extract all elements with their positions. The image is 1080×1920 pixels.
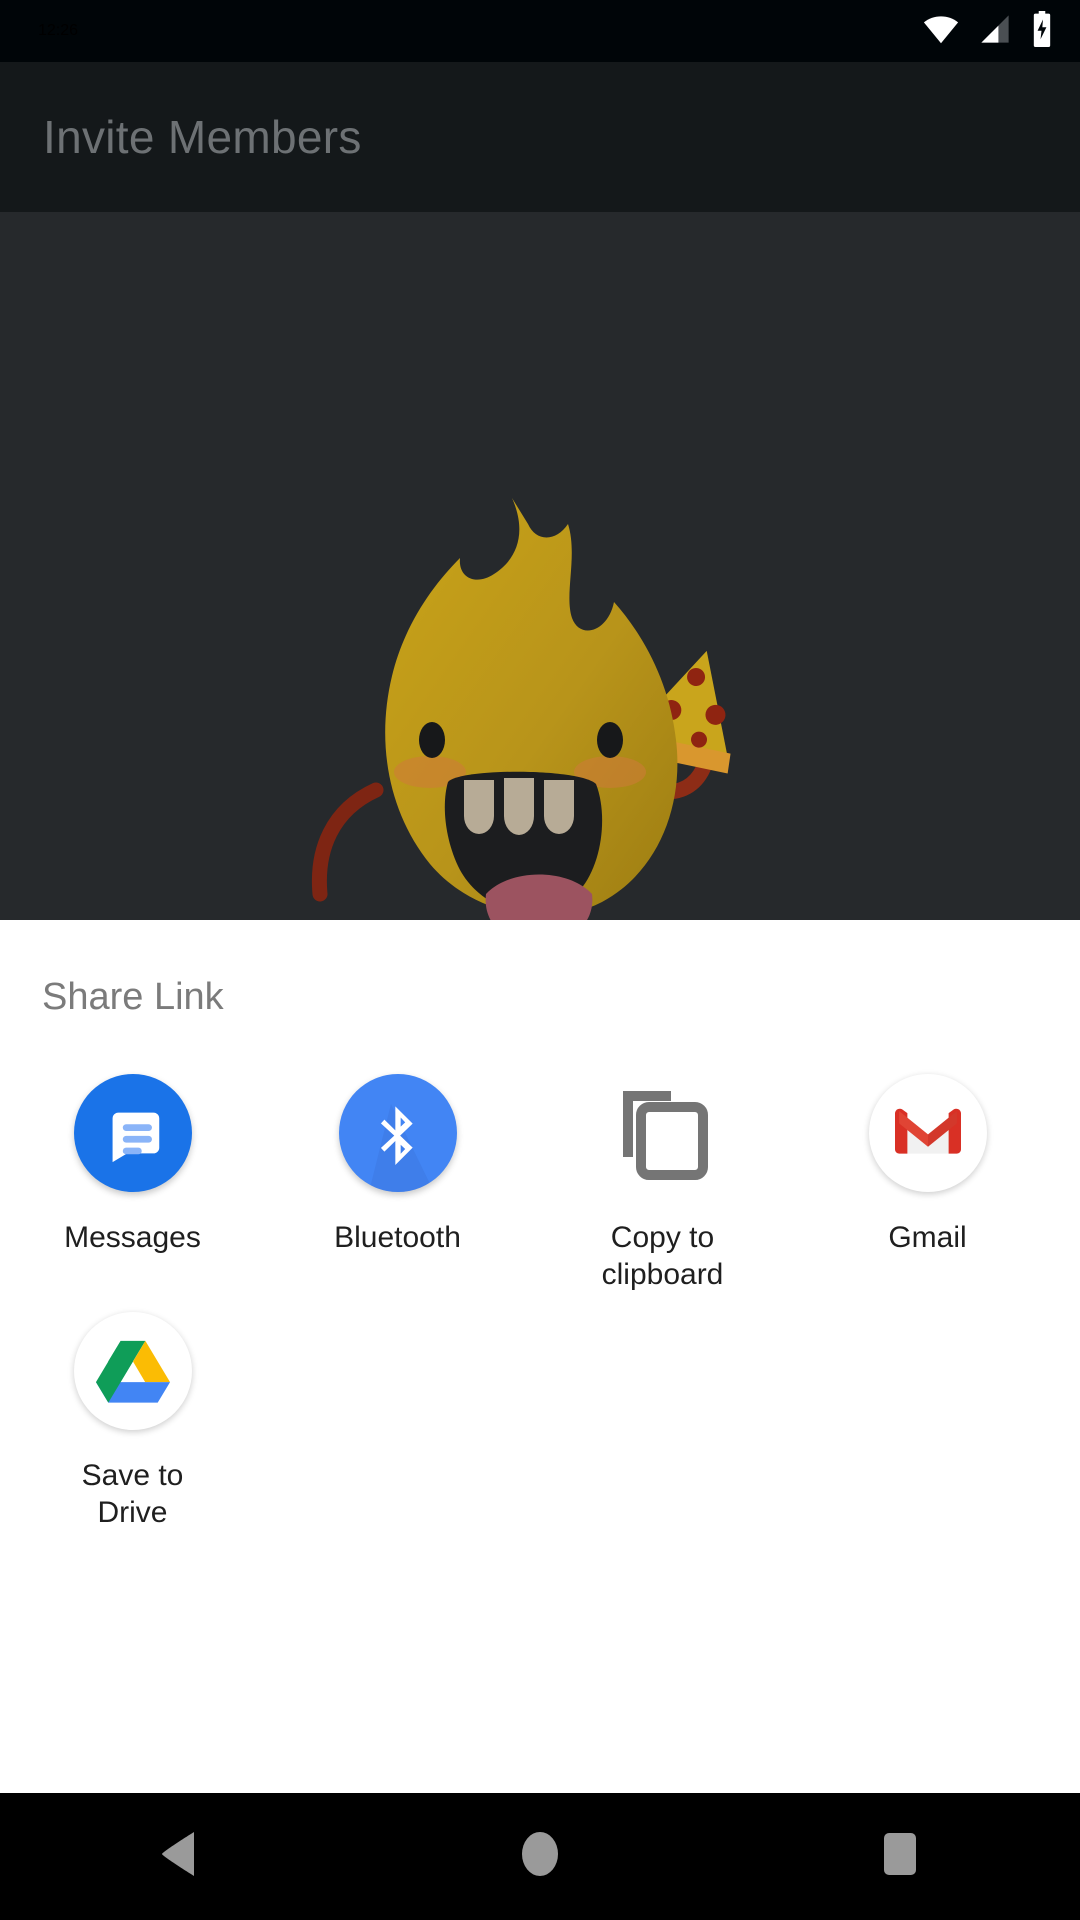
triangle-back-icon xyxy=(158,1830,202,1883)
share-target-save-to-drive[interactable]: Save to Drive xyxy=(0,1293,265,1531)
wifi-icon xyxy=(922,14,960,49)
gmail-icon xyxy=(868,1074,987,1192)
share-target-list: Messages Bluetooth Copy to clipboard Gma… xyxy=(0,1055,1080,1531)
page-title: Invite Members xyxy=(43,111,362,163)
back-button[interactable] xyxy=(90,1793,270,1920)
bluetooth-icon xyxy=(338,1074,457,1192)
recents-button[interactable] xyxy=(810,1793,990,1920)
share-target-label: Bluetooth xyxy=(334,1221,461,1254)
google-drive-icon xyxy=(73,1312,192,1430)
messages-icon xyxy=(73,1074,192,1192)
circle-home-icon xyxy=(520,1830,560,1883)
copy-to-clipboard-icon-wrapper xyxy=(603,1073,723,1193)
bluetooth-icon-wrapper xyxy=(338,1073,458,1193)
status-bar-icons xyxy=(922,10,1054,52)
share-target-gmail[interactable]: Gmail xyxy=(795,1055,1060,1293)
share-target-label: Messages xyxy=(64,1221,201,1254)
battery-charging-icon xyxy=(1030,10,1054,52)
cellular-signal-icon xyxy=(978,14,1012,49)
status-bar: 12:26 xyxy=(0,0,1080,62)
status-bar-time: 12:26 xyxy=(38,22,79,39)
share-target-messages[interactable]: Messages xyxy=(0,1055,265,1293)
dimmed-content-area xyxy=(0,212,1080,920)
home-button[interactable] xyxy=(450,1793,630,1920)
share-sheet: Share Link Messages Bluetooth Copy to cl… xyxy=(0,920,1080,1793)
copy-to-clipboard-icon xyxy=(622,1091,708,1180)
app-header: Invite Members xyxy=(0,62,1080,212)
navigation-bar xyxy=(0,1793,1080,1920)
share-sheet-title: Share Link xyxy=(42,976,224,1018)
share-target-label: Gmail xyxy=(888,1221,967,1254)
google-drive-icon-wrapper xyxy=(73,1311,193,1431)
share-target-copy-to-clipboard[interactable]: Copy to clipboard xyxy=(530,1055,795,1293)
gmail-icon-wrapper xyxy=(868,1073,988,1193)
share-target-label: Save to Drive xyxy=(81,1459,184,1529)
square-recents-icon xyxy=(881,1830,919,1883)
messages-icon-wrapper xyxy=(73,1073,193,1193)
flame-monster-with-pizza-illustration xyxy=(280,490,800,920)
share-target-bluetooth[interactable]: Bluetooth xyxy=(265,1055,530,1293)
share-target-label: Copy to clipboard xyxy=(601,1221,724,1291)
